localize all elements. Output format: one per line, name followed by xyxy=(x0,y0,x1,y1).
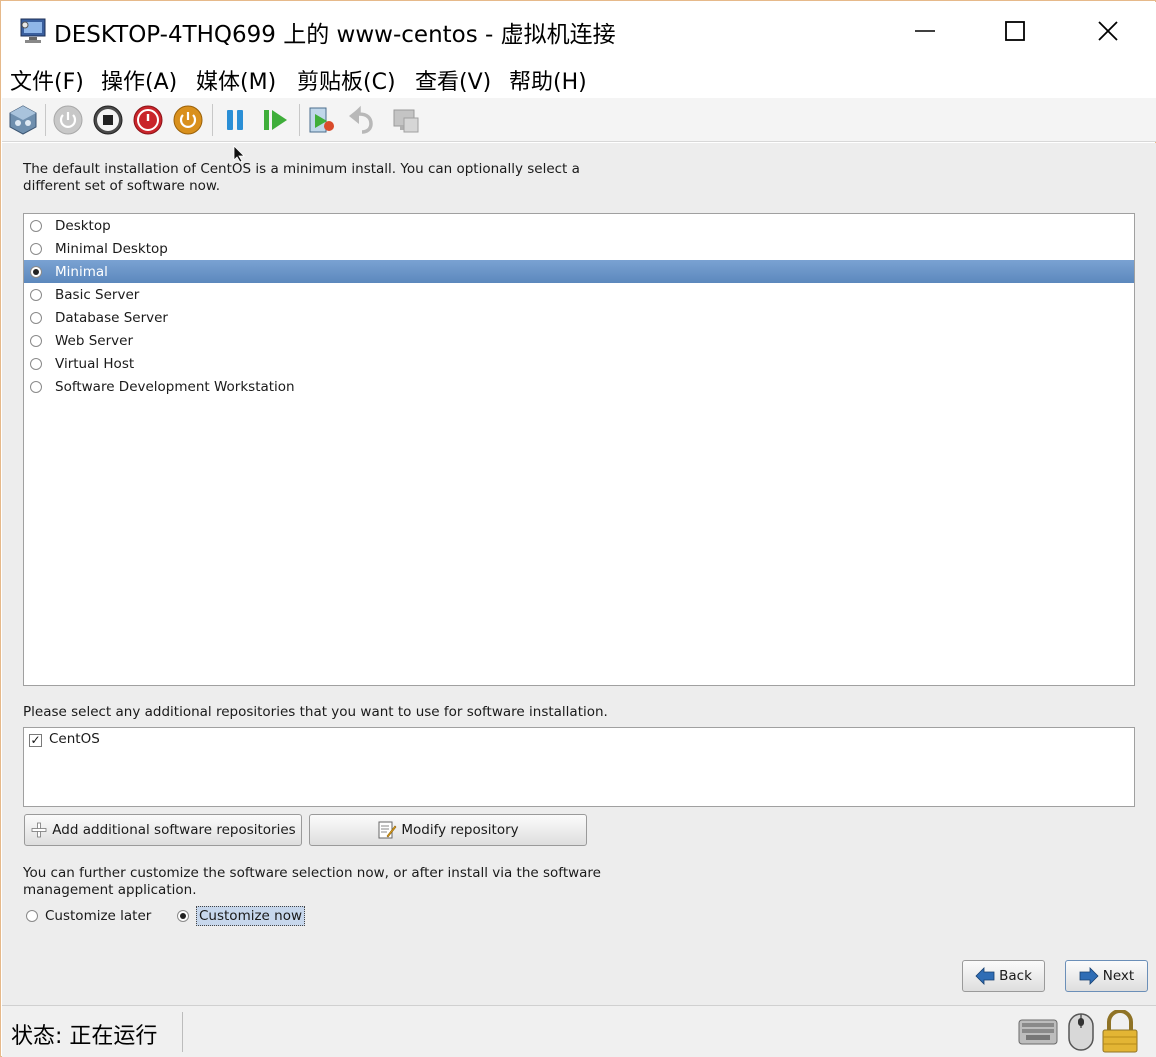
enhanced-session-button[interactable] xyxy=(388,102,424,138)
back-label: Back xyxy=(999,968,1032,984)
pause-icon xyxy=(227,110,243,130)
save-button[interactable] xyxy=(170,102,206,138)
start-button[interactable] xyxy=(50,102,86,138)
radio-button-selected[interactable] xyxy=(30,265,42,278)
arrow-left-icon xyxy=(975,967,995,985)
status-bar: 状态: 正在运行 xyxy=(2,1005,1156,1057)
option-label: Desktop xyxy=(55,217,111,234)
vm-connection-window: DESKTOP-4THQ699 上的 www-centos - 虚拟机连接 文件… xyxy=(0,0,1156,1057)
option-label: Minimal xyxy=(55,263,108,280)
option-label: Software Development Workstation xyxy=(55,378,295,395)
option-label: Minimal Desktop xyxy=(55,240,168,257)
resume-button[interactable] xyxy=(257,102,293,138)
customize-now-label: Customize now xyxy=(196,906,306,926)
menu-help[interactable]: 帮助(H) xyxy=(509,64,587,96)
option-software-dev-workstation[interactable]: Software Development Workstation xyxy=(24,375,1134,398)
repository-list[interactable]: ✓ CentOS xyxy=(23,727,1135,807)
window-title: DESKTOP-4THQ699 上的 www-centos - 虚拟机连接 xyxy=(54,22,616,48)
next-button[interactable]: Next xyxy=(1065,960,1148,992)
lock-icon xyxy=(1099,1009,1141,1054)
resume-icon xyxy=(264,110,287,130)
save-state-icon xyxy=(173,105,203,135)
power-icon xyxy=(53,105,83,135)
installer-intro-text: The default installation of CentOS is a … xyxy=(23,161,580,194)
customize-later-label: Customize later xyxy=(45,908,152,924)
radio-button[interactable] xyxy=(30,288,42,301)
option-web-server[interactable]: Web Server xyxy=(24,329,1134,352)
close-button[interactable] xyxy=(1085,10,1131,52)
arrow-right-icon xyxy=(1079,967,1099,985)
add-repository-label: Add additional software repositories xyxy=(52,822,296,838)
next-label: Next xyxy=(1102,968,1135,984)
radio-button[interactable] xyxy=(30,334,42,347)
menu-view[interactable]: 查看(V) xyxy=(415,64,491,96)
checkpoint-button[interactable] xyxy=(303,102,339,138)
enhanced-session-icon xyxy=(393,109,419,133)
option-label: Database Server xyxy=(55,309,168,326)
edit-document-icon xyxy=(378,821,397,839)
keyboard-icon xyxy=(1017,1010,1059,1054)
option-virtual-host[interactable]: Virtual Host xyxy=(24,352,1134,375)
revert-icon xyxy=(349,105,373,134)
radio-button-selected[interactable] xyxy=(177,910,189,922)
radio-button[interactable] xyxy=(26,910,38,922)
turn-off-button[interactable] xyxy=(90,102,126,138)
option-minimal-desktop[interactable]: Minimal Desktop xyxy=(24,237,1134,260)
toolbar-separator xyxy=(299,104,300,136)
menu-action[interactable]: 操作(A) xyxy=(101,64,177,96)
radio-button[interactable] xyxy=(30,242,42,255)
shut-down-button[interactable] xyxy=(130,102,166,138)
mouse-pointer-icon xyxy=(233,145,245,167)
revert-button[interactable] xyxy=(343,102,379,138)
toolbar-separator xyxy=(45,104,46,136)
option-desktop[interactable]: Desktop xyxy=(24,214,1134,237)
menu-clipboard[interactable]: 剪贴板(C) xyxy=(297,64,396,96)
customize-now-option[interactable]: Customize now xyxy=(174,906,306,926)
modify-repository-label: Modify repository xyxy=(401,822,519,838)
add-repository-button[interactable]: Add additional software repositories xyxy=(24,814,302,846)
ctrl-alt-del-icon xyxy=(9,105,37,135)
customize-later-option[interactable]: Customize later xyxy=(23,906,151,926)
radio-button[interactable] xyxy=(30,357,42,370)
menu-file[interactable]: 文件(F) xyxy=(10,64,84,96)
minimize-button[interactable] xyxy=(902,10,948,52)
customize-text: You can further customize the software s… xyxy=(23,865,601,898)
maximize-button[interactable] xyxy=(992,10,1038,52)
checkpoint-icon xyxy=(309,107,334,133)
radio-button[interactable] xyxy=(30,311,42,324)
repo-label-centos: CentOS xyxy=(49,731,100,747)
option-database-server[interactable]: Database Server xyxy=(24,306,1134,329)
pause-button[interactable] xyxy=(217,102,253,138)
repo-checkbox-centos[interactable]: ✓ xyxy=(29,734,42,747)
status-text: 状态: 正在运行 xyxy=(11,1024,158,1049)
option-basic-server[interactable]: Basic Server xyxy=(24,283,1134,306)
back-button[interactable]: Back xyxy=(962,960,1045,992)
vm-connection-icon xyxy=(18,16,48,46)
status-separator xyxy=(182,1012,183,1052)
repo-prompt-text: Please select any additional repositorie… xyxy=(23,704,608,720)
toolbar xyxy=(2,98,1156,142)
menu-bar: 文件(F) 操作(A) 媒体(M) 剪贴板(C) 查看(V) 帮助(H) xyxy=(2,58,1156,98)
option-minimal[interactable]: Minimal xyxy=(24,260,1134,283)
toolbar-separator xyxy=(212,104,213,136)
radio-button[interactable] xyxy=(30,380,42,393)
option-label: Basic Server xyxy=(55,286,140,303)
mouse-icon xyxy=(1061,1010,1103,1054)
modify-repository-button[interactable]: Modify repository xyxy=(309,814,587,846)
ctrl-alt-del-button[interactable] xyxy=(5,102,41,138)
option-label: Virtual Host xyxy=(55,355,135,372)
vm-screen[interactable]: The default installation of CentOS is a … xyxy=(2,143,1156,1005)
radio-button[interactable] xyxy=(30,219,42,232)
software-selection-list[interactable]: Desktop Minimal Desktop Minimal Basic Se… xyxy=(23,213,1135,686)
plus-icon xyxy=(31,822,47,838)
option-label: Web Server xyxy=(55,332,133,349)
shutdown-icon xyxy=(133,105,163,135)
stop-icon xyxy=(93,105,123,135)
title-bar[interactable]: DESKTOP-4THQ699 上的 www-centos - 虚拟机连接 xyxy=(2,2,1156,58)
menu-media[interactable]: 媒体(M) xyxy=(196,64,276,96)
